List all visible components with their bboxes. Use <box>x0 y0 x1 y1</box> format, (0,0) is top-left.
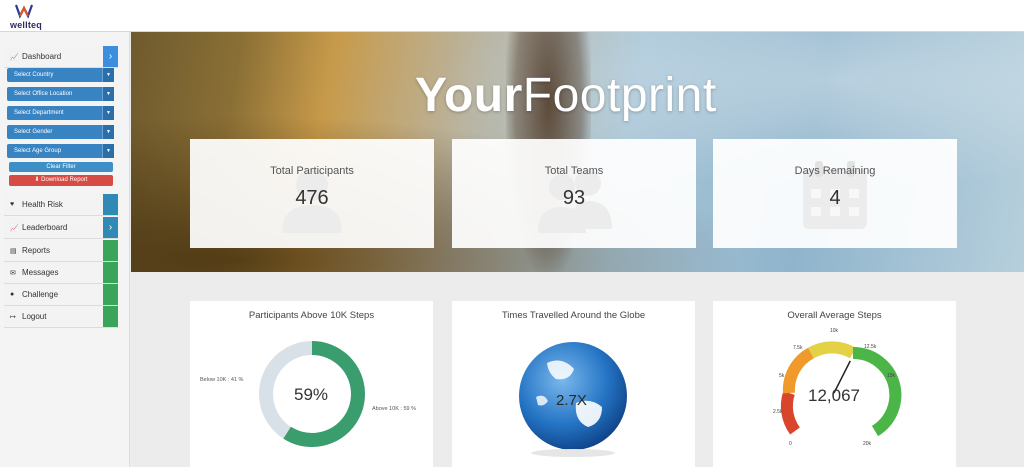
caret-down-icon: ▼ <box>102 106 114 120</box>
dropdown-label: Select Office Location <box>14 91 73 97</box>
globe-icon <box>519 342 627 457</box>
gauge-tick: 20k <box>863 441 872 447</box>
sidebar-item-label: Health Risk <box>22 200 63 209</box>
gauge-tick: 5k <box>779 373 785 379</box>
button-label: Download Report <box>41 177 88 183</box>
sidebar-tab <box>103 240 118 261</box>
logout-icon: ↦ <box>10 313 16 321</box>
card-globe: Times Travelled Around the Globe 2.7X <box>452 301 695 467</box>
gauge-value: 12,067 <box>808 386 860 405</box>
dropdown-label: Select Country <box>14 72 54 78</box>
select-office-location-dropdown[interactable]: Select Office Location ▼ <box>7 87 114 101</box>
chart-icon: 📈 <box>10 53 19 61</box>
select-gender-dropdown[interactable]: Select Gender ▼ <box>7 125 114 139</box>
chevron-right-icon: › <box>108 51 113 62</box>
gauge-tick: 7.5k <box>793 345 803 351</box>
gauge-tick: 2.5k <box>773 409 783 415</box>
donut-percent: 59% <box>293 385 329 404</box>
sidebar-tab <box>103 262 118 283</box>
sidebar-item-health-risk[interactable]: ♥ Health Risk <box>4 194 118 216</box>
logo-mark-icon <box>14 4 34 19</box>
stat-value: 476 <box>295 187 329 209</box>
sidebar-item-challenge[interactable]: ● Challenge <box>4 284 118 306</box>
stat-total-participants: Total Participants 476 <box>190 139 434 248</box>
download-report-button[interactable]: ⬇ Download Report <box>9 175 113 186</box>
donut-label-above: Above 10K : 59 % <box>372 406 417 412</box>
sidebar-item-label: Dashboard <box>22 52 62 61</box>
gauge-tick: 10k <box>830 328 839 334</box>
select-country-dropdown[interactable]: Select Country ▼ <box>7 68 114 82</box>
dropdown-label: Select Gender <box>14 129 53 135</box>
chart-icon: 📈 <box>10 224 19 232</box>
sidebar-item-label: Messages <box>22 268 59 277</box>
gauge-tick: 12.5k <box>864 344 877 350</box>
gauge-tick: 0 <box>789 441 792 447</box>
info-icon: ● <box>10 291 15 298</box>
caret-down-icon: ▼ <box>102 125 114 139</box>
caret-down-icon: ▼ <box>102 144 114 158</box>
donut-label-below: Below 10K : 41 % <box>200 377 244 383</box>
clear-filter-button[interactable]: Clear Filter <box>9 162 113 172</box>
sidebar-tab <box>103 194 118 215</box>
select-department-dropdown[interactable]: Select Department ▼ <box>7 106 114 120</box>
wellteq-logo[interactable]: wellteq <box>2 2 50 30</box>
envelope-icon: ✉ <box>10 269 16 277</box>
stat-value: 4 <box>829 187 841 209</box>
document-icon: ▤ <box>10 247 17 255</box>
sidebar-item-messages[interactable]: ✉ Messages <box>4 262 118 284</box>
stat-label: Days Remaining <box>794 165 876 177</box>
stat-label: Total Participants <box>270 165 354 177</box>
sidebar-item-label: Reports <box>22 246 51 255</box>
sidebar-item-label: Leaderboard <box>22 223 68 232</box>
select-age-group-dropdown[interactable]: Select Age Group ▼ <box>7 144 114 158</box>
expand-tab[interactable]: › <box>103 217 118 238</box>
title-light: Footprint <box>522 69 717 122</box>
title-bold: Your <box>415 69 523 122</box>
sidebar: 📈 Dashboard › Select Country ▼ Select Of… <box>0 32 130 467</box>
sidebar-item-dashboard[interactable]: 📈 Dashboard › <box>4 46 118 68</box>
chevron-right-icon: › <box>108 222 113 233</box>
globe-value: 2.7X <box>556 392 587 409</box>
donut-chart <box>259 341 365 447</box>
gauge-chart <box>780 341 902 437</box>
sidebar-tab <box>103 306 118 327</box>
dropdown-label: Select Department <box>14 110 64 116</box>
page-title: YourFootprint <box>415 68 717 123</box>
dropdown-label: Select Age Group <box>14 148 62 154</box>
heart-icon: ♥ <box>10 201 15 208</box>
caret-down-icon: ▼ <box>102 87 114 101</box>
sidebar-item-leaderboard[interactable]: 📈 Leaderboard › <box>4 217 118 239</box>
sidebar-tab <box>103 284 118 305</box>
top-bar: wellteq <box>0 0 1024 32</box>
sidebar-item-label: Challenge <box>22 290 59 299</box>
card-gauge: Overall Average Steps 0 2.5k 5k 7.5k 10k… <box>713 301 956 467</box>
card-steps-donut: Participants Above 10K Steps 59% Below 1… <box>190 301 433 467</box>
stat-total-teams: Total Teams 93 <box>452 139 696 248</box>
stat-label: Total Teams <box>544 165 604 177</box>
sidebar-item-logout[interactable]: ↦ Logout <box>4 306 118 328</box>
stat-days-remaining: Days Remaining 4 <box>713 139 957 248</box>
stat-value: 93 <box>562 187 586 209</box>
sidebar-item-label: Logout <box>22 312 47 321</box>
sidebar-item-reports[interactable]: ▤ Reports <box>4 240 118 262</box>
gauge-band-upper <box>808 341 856 359</box>
expand-tab[interactable]: › <box>103 46 118 67</box>
brand-name: wellteq <box>10 20 42 30</box>
gauge-band-low <box>780 391 801 435</box>
gauge-tick: 15k <box>887 373 896 379</box>
caret-down-icon: ▼ <box>102 68 114 82</box>
